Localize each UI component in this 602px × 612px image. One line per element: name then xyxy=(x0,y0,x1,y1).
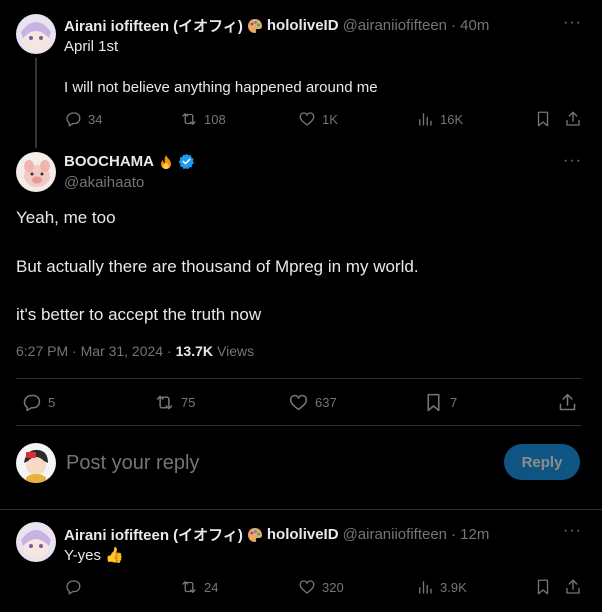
views-count: 3.9K xyxy=(440,579,467,595)
share-icon xyxy=(566,579,580,594)
main-post-para3: it's better to accept the truth now xyxy=(16,305,262,324)
author-name[interactable]: Airani iofifteen (イオフィ) xyxy=(64,15,243,36)
like-icon xyxy=(299,580,315,594)
author-name[interactable]: Airani iofifteen (イオフィ) xyxy=(64,524,243,545)
repost-icon xyxy=(182,113,196,125)
repost-button[interactable]: 75 xyxy=(154,392,195,413)
reply-icon xyxy=(66,580,81,595)
author-suffix[interactable]: hololiveID xyxy=(267,17,339,34)
views-count: 13.7K xyxy=(175,343,213,359)
avatar-airani[interactable] xyxy=(16,522,56,562)
divider xyxy=(16,425,581,426)
repost-button[interactable]: 24 xyxy=(180,578,218,596)
verified-badge-icon[interactable] xyxy=(178,153,195,170)
reply-button[interactable] xyxy=(64,578,82,596)
post1-line2: I will not believe anything happened aro… xyxy=(64,79,378,96)
like-button[interactable]: 320 xyxy=(298,578,344,596)
bookmark-icon xyxy=(427,393,440,412)
repost-count: 108 xyxy=(204,111,226,127)
author-suffix[interactable]: hololiveID xyxy=(267,526,339,543)
views-button[interactable]: 3.9K xyxy=(416,578,467,596)
repost-count: 24 xyxy=(204,579,219,595)
like-count: 637 xyxy=(315,395,337,410)
main-post-para2: But actually there are thousand of Mpreg… xyxy=(16,257,419,276)
reply-submit-button[interactable]: Reply xyxy=(504,444,580,480)
more-icon[interactable]: ··· xyxy=(563,152,582,170)
reply-icon xyxy=(66,112,81,127)
reply-input[interactable] xyxy=(66,449,486,477)
views-icon xyxy=(419,113,432,126)
divider xyxy=(0,509,602,510)
main-post-header: BOOCHAMA xyxy=(64,153,195,170)
like-icon xyxy=(299,112,315,126)
share-button[interactable] xyxy=(564,110,582,128)
bookmark-button[interactable] xyxy=(534,110,552,128)
like-count: 1K xyxy=(322,111,338,127)
repost-icon xyxy=(156,395,173,410)
post-time[interactable]: · 40m xyxy=(451,17,489,34)
views-icon xyxy=(419,581,432,594)
post1-line1: April 1st xyxy=(64,38,119,55)
post3-text: Y-yes 👍 xyxy=(64,547,124,564)
author-handle[interactable]: @airaniiofifteen xyxy=(343,526,447,543)
reply-icon xyxy=(23,394,41,412)
repost-button[interactable]: 108 xyxy=(180,110,226,128)
bookmark-count: 7 xyxy=(450,395,458,410)
avatar-current-user[interactable] xyxy=(16,443,56,483)
main-post-para1: Yeah, me too xyxy=(16,208,116,227)
bookmark-icon xyxy=(537,111,549,127)
more-icon[interactable]: ··· xyxy=(563,14,582,32)
like-icon xyxy=(289,394,308,411)
like-button[interactable]: 1K xyxy=(298,110,338,128)
post1-header: Airani iofifteen (イオフィ) hololiveID @aira… xyxy=(64,15,489,36)
bookmark-icon xyxy=(537,579,549,595)
views-count: 16K xyxy=(440,111,464,127)
like-count: 320 xyxy=(322,579,344,595)
reply-count: 34 xyxy=(88,111,103,127)
post-time[interactable]: · 12m xyxy=(451,526,489,543)
reply-button[interactable]: 5 xyxy=(21,392,55,413)
fire-emoji-icon xyxy=(158,154,174,170)
repost-count: 75 xyxy=(181,395,196,410)
like-button[interactable]: 637 xyxy=(288,392,337,413)
views-button[interactable]: 16K xyxy=(416,110,463,128)
more-icon[interactable]: ··· xyxy=(563,522,582,540)
post3-header: Airani iofifteen (イオフィ) hololiveID @aira… xyxy=(64,524,489,545)
avatar-airani[interactable] xyxy=(16,14,56,54)
bookmark-button[interactable] xyxy=(534,578,552,596)
author-handle[interactable]: @akaihaato xyxy=(64,174,144,191)
avatar-boochama[interactable] xyxy=(16,152,56,192)
reply-button[interactable]: 34 xyxy=(64,110,102,128)
views-label: Views xyxy=(217,343,255,359)
author-name[interactable]: BOOCHAMA xyxy=(64,153,154,170)
share-icon xyxy=(559,393,576,411)
author-handle[interactable]: @airaniiofifteen xyxy=(343,17,447,34)
post-timestamp-row: 6:27 PM · Mar 31, 2024 · 13.7K Views xyxy=(16,343,254,359)
thread-line xyxy=(35,58,37,148)
share-button[interactable] xyxy=(557,392,578,413)
reply-count: 5 xyxy=(48,395,56,410)
palette-emoji-icon xyxy=(247,18,263,34)
repost-icon xyxy=(182,581,196,593)
bookmark-button[interactable]: 7 xyxy=(423,392,457,413)
share-button[interactable] xyxy=(564,578,582,596)
divider xyxy=(16,378,581,379)
share-icon xyxy=(566,111,580,126)
post-timestamp[interactable]: 6:27 PM · Mar 31, 2024 · xyxy=(16,343,172,359)
palette-emoji-icon xyxy=(247,527,263,543)
